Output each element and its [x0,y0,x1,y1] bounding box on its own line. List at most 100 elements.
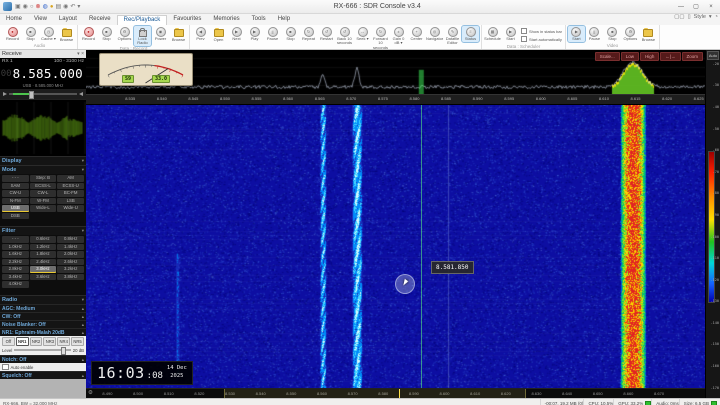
level-thumb[interactable] [61,347,66,355]
volume-thumb[interactable] [29,91,34,99]
prev-button[interactable]: ◀ Prev [192,26,209,42]
squelch-row[interactable]: Squelch: Off ▴ [0,371,86,379]
radio-row-nr1[interactable]: NR1: Ephraim-Malah 20dB ▴ [0,328,86,336]
repeat-button[interactable]: ↻ Repeat [300,26,317,42]
level-slider[interactable] [14,349,70,351]
tab-home[interactable]: Home [0,15,28,25]
scale-button[interactable]: Scale... [595,52,620,61]
mode-wide-u[interactable]: Wide-U [57,205,84,212]
mode-bc-fm[interactable]: BC-FM [57,190,84,197]
browse-button[interactable]: Browse [58,26,75,43]
tab-tools[interactable]: Tools [246,15,272,25]
mode-cw-u[interactable]: CW-U [2,190,29,197]
filter-1-8khz[interactable]: 1.8kHz [30,251,57,258]
app-icon[interactable] [3,2,12,11]
forward-10-seconds-button[interactable]: ↻ Forward 10 seconds [372,26,389,51]
play-button[interactable]: ▶ Play [246,26,263,42]
nr-button-off[interactable]: Off [2,337,15,346]
tab-layout[interactable]: Layout [53,15,83,25]
power-button[interactable]: ◉ Power [152,26,169,42]
favourite-icon[interactable]: ● [50,4,54,10]
seek-button[interactable]: ↔ Seek ▾ [354,26,371,42]
low-button[interactable]: Low [621,52,639,61]
window-layout-icon[interactable]: ▢▢ [674,14,684,20]
mode-dsb[interactable]: DSB [2,213,29,220]
radio-panel-header[interactable]: Radio ▾ [0,295,86,304]
tab-memories[interactable]: Memories [207,15,245,25]
record-button[interactable]: ● Record [80,26,97,42]
mode-cw-l[interactable]: CW-L [30,190,57,197]
pause-button[interactable]: || Pause [586,26,603,42]
nr-button-nr2[interactable]: NR2 [30,337,43,346]
mode-ecss-u[interactable]: ECSS-U [57,183,84,190]
center-button[interactable]: + Center [408,26,425,42]
options-button[interactable]: ⚙ Options [622,26,639,42]
band-navigator[interactable]: ⚙ 8.490 8.500 8.510 8.520 8.530 8.540 8.550 8.5… [86,388,705,398]
close-icon[interactable]: × [81,51,84,57]
info-icon[interactable]: ◍ [43,4,48,10]
zoom-button[interactable]: Zoom [682,52,704,61]
volume-slider[interactable] [9,93,77,95]
radio-row-agc[interactable]: AGC: Medium ▴ [0,304,86,312]
speaker-low-icon[interactable] [3,92,7,96]
nr-button-nr3[interactable]: NR3 [43,337,56,346]
frequency-scale[interactable]: 8.535 8.540 8.545 8.550 8.555 8.560 8.565 8.570… [86,94,705,105]
nr-button-nr5[interactable]: NR5 [71,337,84,346]
notch-row[interactable]: Notch: Off ▴ [0,355,86,363]
nr-button-nr1[interactable]: NR1 [16,337,29,346]
lock-radio-button[interactable]: Lock Radio [134,26,151,46]
radio-row-noise-blanker[interactable]: Noise Blanker: Off ▴ [0,320,86,328]
filter-2-0khz[interactable]: 2.0kHz [57,251,84,258]
tab-favourites[interactable]: Favourites [167,15,207,25]
waterfall-display[interactable]: 8.581.850 16:03 :08 14 Dec 2025 [86,105,705,389]
filter-[interactable]: - - - [2,236,29,243]
filter-2-8khz[interactable]: 2.8kHz [2,266,29,273]
maximize-button[interactable]: ▢ [689,2,703,12]
filter-2-2khz[interactable]: 2.2kHz [2,259,29,266]
open-button[interactable]: Open [210,26,227,43]
mode-sam[interactable]: SAM [2,183,29,190]
filter-3-0khz[interactable]: 3.0kHz [30,266,57,273]
record-button[interactable]: ● Record [4,26,21,42]
undo-icon[interactable]: ↶ [70,4,75,10]
filter-3-6khz[interactable]: 3.6kHz [30,274,57,281]
mute-icon[interactable]: ⊗ [36,4,41,10]
back-10-seconds-button[interactable]: ↺ Back 10 seconds [336,26,353,47]
profile-icon[interactable]: ◉ [63,4,68,10]
filter-panel-header[interactable]: Filter ▾ [0,226,86,235]
browse-button[interactable]: Browse [170,26,187,43]
tab-rec-playback[interactable]: Rec/Playback [117,15,168,25]
filter-2-6khz[interactable]: 2.6kHz [57,259,84,266]
stop-button[interactable]: ■ Stop [604,26,621,42]
folder-icon[interactable]: ▤ [55,4,61,10]
browse-button[interactable]: Browse [640,26,657,43]
mode-step-b[interactable]: Step: B [30,175,57,182]
filter-3-4khz[interactable]: 3.4kHz [2,274,29,281]
start-automatically-checkbox[interactable] [521,36,527,42]
gain-0-db-button[interactable]: ± Gain 0 dB ▾ [390,26,407,47]
tab-help[interactable]: Help [272,15,296,25]
filter-1-2khz[interactable]: 1.2kHz [30,244,57,251]
start-button[interactable]: ▶ Start [502,26,519,42]
display-panel-header[interactable]: Display ▾ [0,156,86,165]
mode-w-fm[interactable]: W-FM [30,198,57,205]
filter-2-4khz[interactable]: 2.4kHz [30,259,57,266]
filter-1-4khz[interactable]: 1.4kHz [57,244,84,251]
user-icon[interactable]: ◉ [23,4,28,10]
tab-view[interactable]: View [28,15,53,25]
-button[interactable]: ←|→ [660,52,680,61]
start-button[interactable]: ▶ Start [568,26,585,42]
mode-lsb[interactable]: LSB [57,198,84,205]
speaker-high-icon[interactable] [79,92,83,96]
style-caret-icon[interactable]: ▾ [709,14,712,20]
mode-usb[interactable]: USB [2,205,29,212]
high-button[interactable]: High [640,52,659,61]
options-button[interactable]: ⚙ Options [116,26,133,42]
colorbar-auto-button[interactable]: Auto [707,51,719,60]
cache-button[interactable]: ◷ Cache ▾ [40,26,57,42]
pause-button[interactable]: || Pause [264,26,281,42]
tab-receive[interactable]: Receive [83,15,117,25]
mode-ecss-l[interactable]: ECSS-L [30,183,57,190]
lock-icon[interactable]: ▣ [15,4,21,10]
filter-0-6khz[interactable]: 0.6kHz [30,236,57,243]
